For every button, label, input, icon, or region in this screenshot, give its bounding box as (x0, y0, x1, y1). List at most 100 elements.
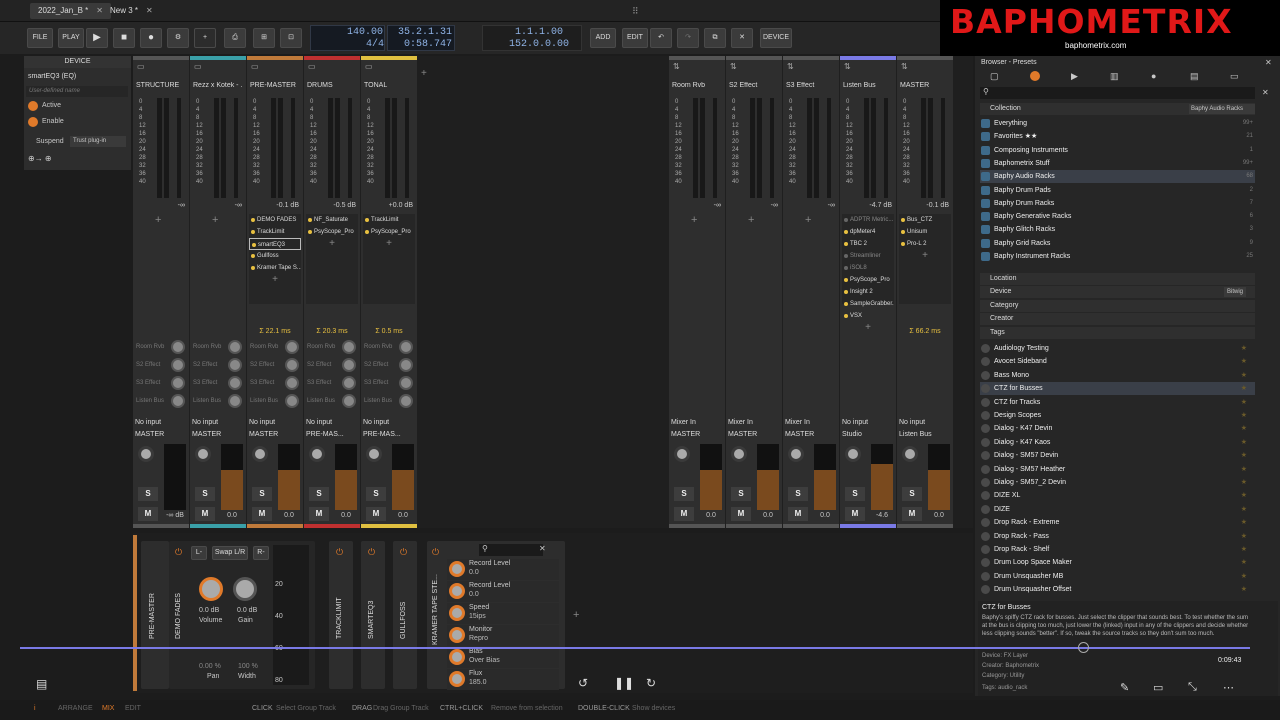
output-select[interactable]: MASTER (249, 429, 301, 440)
stop-icon[interactable]: ■ (113, 28, 135, 48)
collection-item[interactable]: Favorites ★★ 21 (980, 130, 1255, 143)
device-slot[interactable]: TrackLimit (363, 214, 415, 226)
device-slot[interactable]: Pro-L 2 (899, 238, 951, 250)
preset-item[interactable]: Drum Unsquasher Offset ★ (980, 583, 1255, 596)
send-knob[interactable] (399, 376, 413, 390)
collection-item[interactable]: Baphy Audio Racks 68 (980, 170, 1255, 184)
loop-display[interactable]: 1.1.1.00 152.0.0.00 (482, 25, 582, 51)
mixer-strip[interactable]: ▭ STRUCTURE 0 4 8 12 16 20 24 28 32 36 40 -∞ + Room Rvb… (133, 56, 189, 528)
clips-tab-icon[interactable]: ▶ (1071, 71, 1078, 82)
device-slot[interactable]: Bus_CTZ (899, 214, 951, 226)
browser-search[interactable]: ⚲ (980, 87, 1255, 99)
files-tab-icon[interactable]: ▤ (1190, 71, 1199, 82)
param-row[interactable]: Record Level 0.0 (447, 559, 559, 580)
send-knob[interactable] (399, 340, 413, 354)
collection-item[interactable]: Composing Instruments 1 (980, 144, 1255, 157)
right-button[interactable]: R- (253, 546, 269, 560)
demo-fades-device[interactable]: ⏻ DEMO FADES L- Swap L/R R- 0.0 dB 0.0 dB Volum… (169, 541, 315, 689)
add-icon[interactable]: + (194, 28, 216, 48)
mix-tab[interactable]: MIX (102, 705, 114, 712)
preset-item[interactable]: Dialog - SM57 Devin ★ (980, 449, 1255, 462)
device-slot[interactable]: dpMeter4 (842, 226, 894, 238)
output-select[interactable]: PRE-MAS... (306, 429, 358, 440)
param-knob[interactable] (449, 583, 465, 599)
mute-button[interactable]: M (366, 507, 386, 521)
device-slot[interactable]: iSOL8 (842, 262, 894, 274)
collection-item[interactable]: Baphy Drum Pads 2 (980, 184, 1255, 197)
preset-item[interactable]: DIZE ★ (980, 503, 1255, 516)
preset-item[interactable]: Drum Unsquasher MB ★ (980, 570, 1255, 583)
track-name[interactable]: PRE-MASTER (250, 82, 300, 89)
undo-icon[interactable]: ↶ (650, 28, 672, 48)
param-row[interactable]: Monitor Repro (447, 625, 559, 646)
punch-icon[interactable]: ⊡ (280, 28, 302, 48)
send-knob[interactable] (342, 394, 356, 408)
mute-button[interactable]: M (731, 507, 751, 521)
device-slot[interactable]: Insight 2 (842, 286, 894, 298)
param-knob[interactable] (449, 561, 465, 577)
mixer-strip[interactable]: ⇅ S3 Effect 0 4 8 12 16 20 24 28 32 36 40 -∞ + Mixer In… (783, 56, 839, 528)
mute-button[interactable]: M (309, 507, 329, 521)
mixer-strip[interactable]: ⇅ Listen Bus 0 4 8 12 16 20 24 28 32 36 40 -4.7 dB ADP… (840, 56, 896, 528)
track-name[interactable]: Rezz x Kotek - ... (193, 82, 243, 89)
device-slot[interactable]: DEMO FADES (249, 214, 301, 226)
device-slot[interactable]: PsyScope_Pro (306, 226, 358, 238)
collection-item[interactable]: Baphy Generative Racks 6 (980, 210, 1255, 223)
track-name[interactable]: STRUCTURE (136, 82, 186, 89)
collection-item[interactable]: Baphy Grid Racks 9 (980, 237, 1255, 250)
captions-icon[interactable]: ▭ (1153, 681, 1163, 694)
add-device-icon[interactable]: + (842, 322, 894, 333)
preset-item[interactable]: Drop Rack - Pass ★ (980, 530, 1255, 543)
device-slot[interactable]: smartEQ3 (249, 238, 301, 250)
solo-button[interactable]: S (195, 487, 215, 501)
filter-section[interactable]: Location (980, 273, 1255, 285)
edit-button[interactable]: EDIT (622, 28, 648, 48)
favorite-star-icon[interactable]: ★ (1241, 530, 1247, 543)
send-knob[interactable] (285, 340, 299, 354)
arrange-tab[interactable]: ARRANGE (58, 705, 93, 712)
favorite-star-icon[interactable]: ★ (1241, 489, 1247, 502)
track-name[interactable]: S2 Effect (729, 82, 779, 89)
collection-item[interactable]: Baphy Drum Racks 7 (980, 197, 1255, 210)
favorite-star-icon[interactable]: ★ (1241, 543, 1247, 556)
pan-knob[interactable] (674, 446, 690, 462)
favorite-star-icon[interactable]: ★ (1241, 436, 1247, 449)
preset-item[interactable]: DIZE XL ★ (980, 489, 1255, 502)
routing-icon[interactable]: ⊕→ ⊕ (28, 154, 52, 163)
send-knob[interactable] (228, 340, 242, 354)
device-slot[interactable]: Streamliner (842, 250, 894, 262)
subtitles-icon[interactable]: ▤ (36, 677, 47, 691)
track-name[interactable]: Listen Bus (843, 82, 893, 89)
preset-item[interactable]: CTZ for Tracks ★ (980, 396, 1255, 409)
param-knob[interactable] (449, 649, 465, 665)
device-slot[interactable]: Gullfoss (249, 250, 301, 262)
mute-button[interactable]: M (788, 507, 808, 521)
device-slot[interactable]: TBC 2 (842, 238, 894, 250)
preset-item[interactable]: Dialog - K47 Devin ★ (980, 422, 1255, 435)
volume-fader[interactable] (700, 444, 722, 510)
send-knob[interactable] (171, 394, 185, 408)
preset-item[interactable]: Dialog - K47 Kaos ★ (980, 436, 1255, 449)
edit-pencil-icon[interactable]: ✎ (1120, 681, 1129, 694)
pause-icon[interactable]: ❚❚ (614, 676, 634, 690)
favorite-star-icon[interactable]: ★ (1241, 422, 1247, 435)
device-slot[interactable]: Unisum (899, 226, 951, 238)
track-name[interactable]: TONAL (364, 82, 414, 89)
play-menu-button[interactable]: PLAY (58, 28, 84, 48)
file-menu-button[interactable]: FILE (27, 28, 53, 48)
solo-button[interactable]: S (252, 487, 272, 501)
solo-button[interactable]: S (902, 487, 922, 501)
device-slot[interactable]: TrackLimit (249, 226, 301, 238)
add-device-icon[interactable]: + (363, 238, 415, 249)
send-knob[interactable] (399, 358, 413, 372)
output-select[interactable]: MASTER (728, 429, 780, 440)
pan-knob[interactable] (845, 446, 861, 462)
mixer-strip[interactable]: ▭ Rezz x Kotek - ... 0 4 8 12 16 20 24 28 32 36 40 -∞… (190, 56, 246, 528)
power-icon[interactable]: ⏻ (368, 547, 375, 558)
favorite-star-icon[interactable]: ★ (1241, 516, 1247, 529)
video-progress[interactable] (20, 647, 1250, 649)
add-device-icon[interactable]: + (691, 214, 697, 226)
preset-item[interactable]: Audiology Testing ★ (980, 342, 1255, 355)
solo-button[interactable]: S (674, 487, 694, 501)
input-select[interactable]: No input (306, 417, 358, 428)
